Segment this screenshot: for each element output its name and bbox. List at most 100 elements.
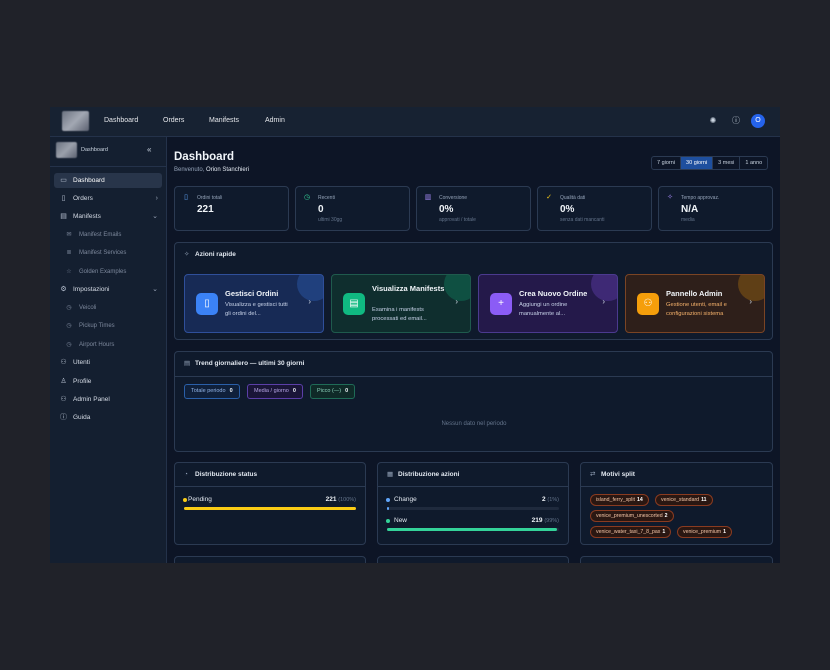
sidebar-item-utenti[interactable]: ⚇ Utenti [54, 355, 162, 370]
sidebar-item-manifest-services[interactable]: ≣ Manifest Services [54, 246, 162, 260]
pill-picco: Picco (—) 0 [310, 384, 356, 399]
sidebar-item-airport-hours[interactable]: ◷ Airport Hours [54, 338, 162, 352]
tag-count: 14 [636, 497, 643, 503]
sidebar-item-label: Dashboard [73, 177, 105, 184]
pill-media-giorno: Media / giorno 0 [247, 384, 303, 399]
chevron-right-icon: › [155, 195, 158, 202]
clipboard-icon: ▯ [61, 195, 66, 202]
star-icon: ☆ [66, 269, 72, 275]
action-dot [386, 498, 390, 502]
stat-label: Tempo approvaz. [681, 195, 720, 201]
sidebar-item-label: Airport Hours [79, 342, 115, 348]
split-tag[interactable]: island_ferry_split 14 [590, 494, 649, 506]
sidebar-item-manifest-emails[interactable]: ✉ Manifest Emails [54, 228, 162, 242]
sidebar-item-label: Manifests [73, 213, 101, 220]
sidebar-item-label: Golden Examples [79, 269, 127, 275]
topnav-orders[interactable]: Orders [163, 117, 184, 124]
sidebar-item-orders[interactable]: ▯ Orders › [54, 191, 162, 206]
sidebar-item-label: Manifest Services [79, 250, 127, 256]
users-icon: ⚇ [60, 359, 67, 366]
split-tag[interactable]: venice_water_taxi_7_8_pax 1 [590, 526, 672, 538]
range-30-days[interactable]: 30 giorni [681, 157, 714, 169]
status-count: 221 [325, 496, 337, 503]
stat-card-recenti[interactable]: ◷ Recenti 0 ultimi 30gg [295, 186, 410, 231]
range-1-year[interactable]: 1 anno [740, 157, 767, 169]
user-avatar[interactable]: O [751, 114, 765, 128]
stat-card-conversione[interactable]: ▥ Conversione 0% approvati / totale [416, 186, 531, 231]
stat-card-qualita-dati[interactable]: ✓ Qualità dati 0% senza dati mancanti [537, 186, 652, 231]
trend-panel: ▤ Trend giornaliero — ultimi 30 giorni T… [174, 351, 773, 452]
grid-icon: ▦ [387, 471, 394, 478]
split-tag[interactable]: venice_premium 1 [677, 526, 732, 538]
sidebar-item-label: Manifest Emails [79, 232, 122, 238]
sidebar-item-dashboard[interactable]: ▭ Dashboard [54, 173, 162, 188]
panel-divider [581, 486, 772, 487]
welcome-text: Benvenuto, Orion Stanchieri [174, 167, 249, 173]
welcome-prefix: Benvenuto, [174, 167, 205, 173]
topnav-manifests[interactable]: Manifests [209, 117, 239, 124]
stat-value: 0% [560, 204, 575, 215]
stat-sub: media [681, 217, 695, 223]
sidebar-item-manifests[interactable]: ▤ Manifests ⌄ [54, 209, 162, 224]
sidebar-item-veicoli[interactable]: ◷ Veicoli [54, 301, 162, 315]
sidebar-item-admin-panel[interactable]: ⚇ Admin Panel [54, 392, 162, 407]
quick-action-desc: Esamina i manifests processati ed email.… [372, 307, 427, 322]
quick-action-crea-nuovo-ordine[interactable]: + Crea Nuovo Ordine Aggiungi un ordine m… [478, 274, 618, 333]
theme-toggle-sun-icon[interactable]: ✺ [708, 116, 718, 126]
panel-title: Distribuzione azioni [398, 471, 460, 478]
clock-icon: ◷ [303, 194, 311, 201]
plus-icon: + [490, 293, 512, 315]
sidebar-item-label: Orders [73, 195, 93, 202]
app-logo[interactable] [62, 111, 89, 131]
sidebar-item-golden-examples[interactable]: ☆ Golden Examples [54, 265, 162, 279]
panel-below-3 [580, 556, 773, 563]
sidebar-item-guida[interactable]: ⓘ Guida [54, 410, 162, 425]
quick-action-title: Gestisci Ordini [225, 289, 279, 298]
sidebar-item-label: Admin Panel [73, 396, 110, 403]
sidebar-item-label: Profile [73, 378, 92, 385]
tag-label: island_ferry_split [596, 497, 635, 503]
quick-action-desc: Visualizza e gestisci tutti gli ordini d… [225, 302, 288, 317]
chevron-right-icon: › [308, 297, 311, 306]
sidebar-item-label: Utenti [73, 359, 90, 366]
stat-label: Recenti [318, 195, 335, 201]
sidebar-title: Dashboard [81, 147, 108, 153]
stat-value: 221 [197, 204, 214, 215]
status-dot [183, 498, 187, 502]
sidebar-item-label: Guida [73, 414, 91, 421]
stat-card-tempo-approvazione[interactable]: ✧ Tempo approvaz. N/A media [658, 186, 773, 231]
action-bar-fill [387, 507, 389, 510]
chevron-right-icon: › [602, 297, 605, 306]
topnav-dashboard[interactable]: Dashboard [104, 117, 138, 124]
action-bar-track [387, 507, 559, 510]
info-icon[interactable]: ⓘ [731, 116, 741, 126]
split-tag[interactable]: venice_standard 11 [655, 494, 713, 506]
stat-value: 0% [439, 204, 454, 215]
stat-card-ordini-totali[interactable]: ▯ Ordini totali 221 [174, 186, 289, 231]
panel-title: Trend giornaliero — ultimi 30 giorni [195, 360, 305, 367]
range-3-months[interactable]: 3 mesi [713, 157, 741, 169]
info-icon: ⓘ [60, 414, 67, 421]
quick-action-visualizza-manifests[interactable]: ▤ Visualizza Manifests Esamina i manifes… [331, 274, 471, 333]
stat-label: Qualità dati [560, 195, 586, 201]
sidebar-item-profile[interactable]: ♙ Profile [54, 374, 162, 389]
action-label: New [394, 517, 408, 524]
quick-action-gestisci-ordini[interactable]: ▯ Gestisci Ordini Visualizza e gestisci … [184, 274, 324, 333]
chart-icon: ▥ [424, 194, 432, 201]
quick-action-pannello-admin[interactable]: ⚇ Pannello Admin Gestione utenti, email … [625, 274, 765, 333]
chevron-down-icon: ⌄ [152, 286, 158, 293]
topnav-admin[interactable]: Admin [265, 117, 285, 124]
sidebar-item-pickup-times[interactable]: ◷ Pickup Times [54, 319, 162, 333]
sidebar-item-label: Impostazioni [73, 286, 110, 293]
status-pct: (100%) [338, 497, 356, 503]
split-reasons-panel: ⇄ Motivi split island_ferry_split 14 veni… [580, 462, 773, 545]
quick-action-title: Visualizza Manifests [372, 284, 445, 293]
pill-value: 0 [292, 388, 296, 394]
quick-action-title: Pannello Admin [666, 289, 723, 298]
sidebar-item-impostazioni[interactable]: ⚙ Impostazioni ⌄ [54, 282, 162, 297]
split-tag[interactable]: venice_premium_unescorted 2 [590, 510, 674, 522]
tag-count: 2 [664, 513, 668, 519]
range-7-days[interactable]: 7 giorni [652, 157, 682, 169]
quick-actions-panel: ✧ Azioni rapide ▯ Gestisci Ordini Visual… [174, 242, 773, 340]
collapse-sidebar-icon[interactable]: « [147, 145, 151, 155]
